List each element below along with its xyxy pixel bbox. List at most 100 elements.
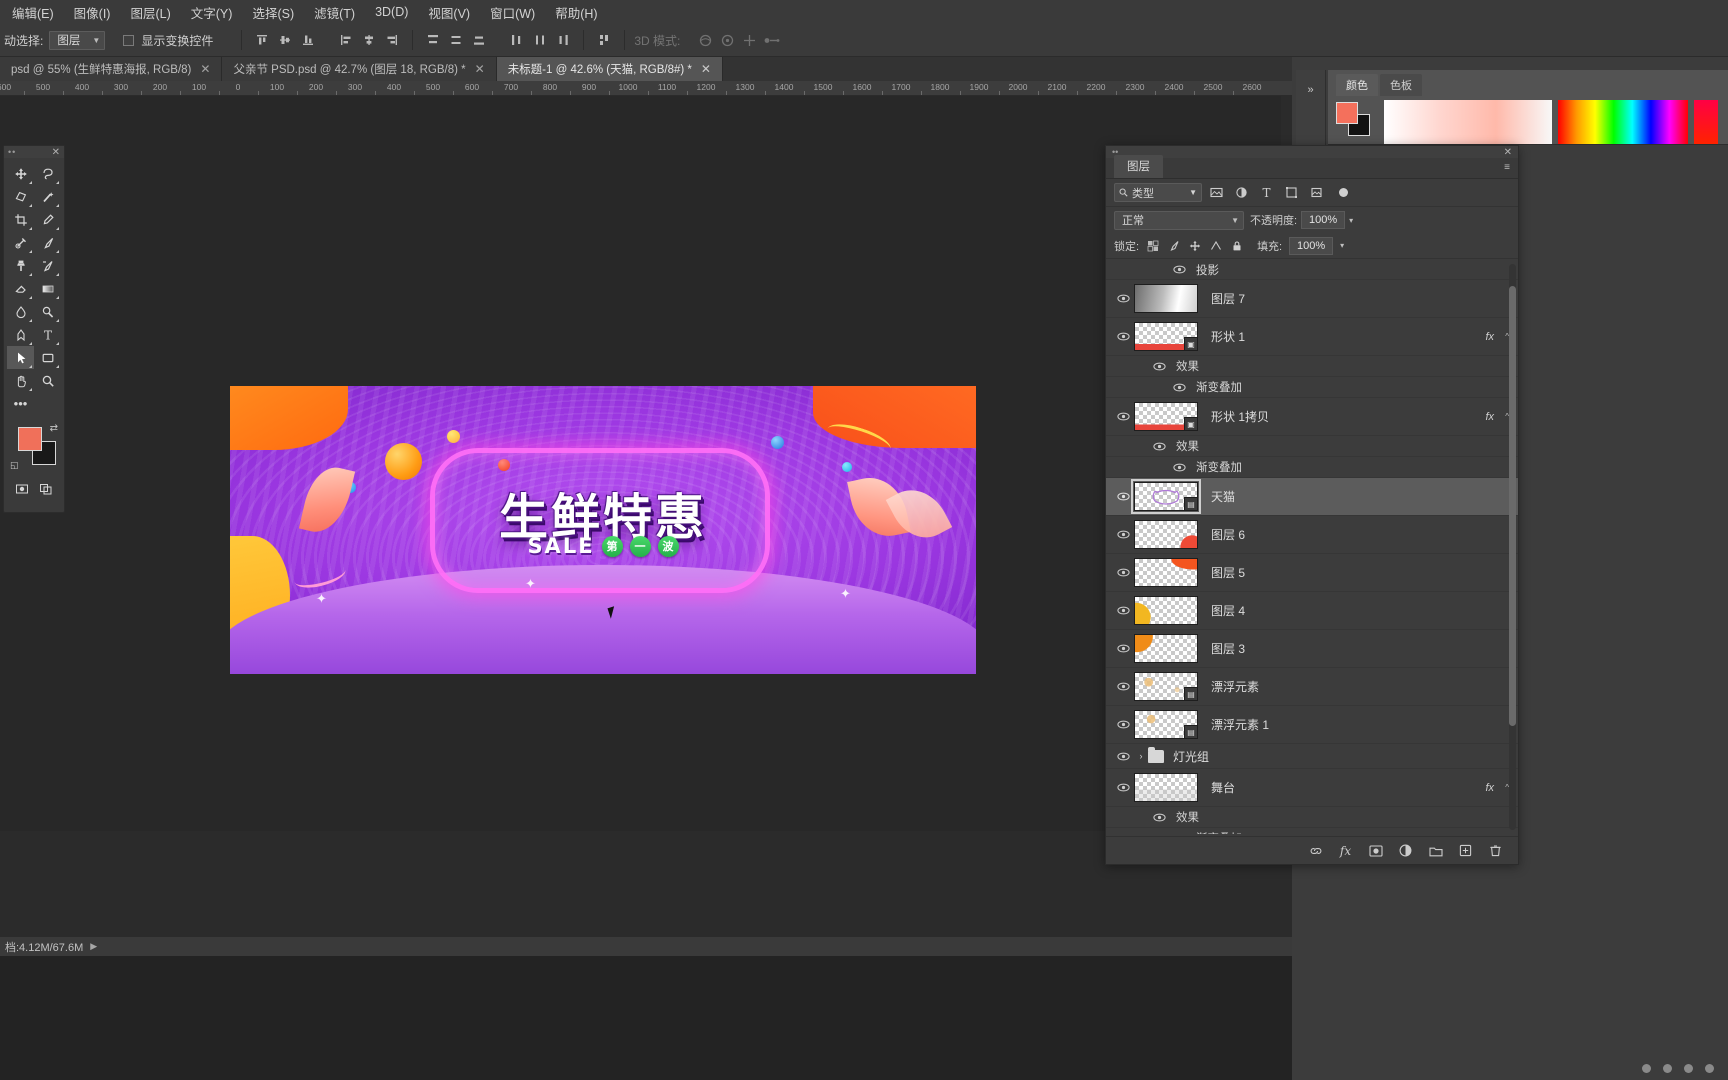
color-panel-foreground-swatch[interactable] (1336, 102, 1358, 124)
menu-item-filter[interactable]: 滤镜(T) (304, 0, 365, 25)
pen-tool[interactable] (7, 323, 34, 346)
layer-effects-group[interactable]: 效果 (1106, 356, 1518, 377)
chevron-right-icon[interactable]: › (1134, 751, 1148, 761)
align-top-edges-icon[interactable] (251, 29, 273, 51)
layers-panel-grip[interactable]: •• ✕ (1106, 146, 1518, 158)
layer-group-name[interactable]: 灯光组 (1173, 748, 1209, 765)
layer-row-float[interactable]: ▤ 漂浮元素 (1106, 668, 1518, 706)
color-strip[interactable] (1694, 100, 1718, 144)
lasso-tool[interactable] (34, 162, 61, 185)
align-left-edges-icon[interactable] (335, 29, 357, 51)
eye-icon[interactable] (1112, 412, 1134, 421)
eye-icon[interactable] (1168, 463, 1190, 472)
opacity-input[interactable]: 100% (1301, 211, 1346, 229)
tab-swatches[interactable]: 色板 (1380, 74, 1422, 96)
magic-wand-tool[interactable] (34, 185, 61, 208)
move-tool[interactable] (7, 162, 34, 185)
layer-style-indicator[interactable]: fx (1485, 411, 1494, 423)
artboard[interactable]: 生鲜特惠 SALE 第 一 波 ✦ ✦ ✦ (230, 386, 976, 674)
layer-group-lighting[interactable]: › 灯光组 (1106, 744, 1518, 769)
eye-icon[interactable] (1148, 362, 1170, 371)
eye-icon[interactable] (1168, 834, 1190, 835)
layer-effect-drop-shadow[interactable]: 投影 (1106, 260, 1518, 280)
document-tab-1[interactable]: 父亲节 PSD.psd @ 42.7% (图层 18, RGB/8) * ✕ (222, 57, 497, 81)
layer-effect-gradient-overlay[interactable]: 渐变叠加 (1106, 828, 1518, 834)
delete-layer-button[interactable] (1487, 842, 1504, 859)
layer-style-button[interactable]: fx (1337, 842, 1354, 859)
layer-name[interactable]: 图层 4 (1211, 602, 1245, 619)
gradient-tool[interactable] (34, 277, 61, 300)
layer-row-layer7[interactable]: 图层 7 (1106, 280, 1518, 318)
close-icon[interactable]: ✕ (475, 63, 485, 75)
layer-name[interactable]: 舞台 (1211, 779, 1235, 796)
tools-panel-grip[interactable]: •• ✕ (4, 146, 64, 158)
layer-name[interactable]: 漂浮元素 1 (1211, 716, 1269, 733)
layer-name[interactable]: 天猫 (1211, 488, 1235, 505)
layer-thumbnail[interactable]: ▤ (1134, 710, 1198, 739)
distribute-horizontal-centers-icon[interactable] (529, 29, 551, 51)
lock-artboard-nesting-icon[interactable] (1209, 239, 1223, 253)
distribute-right-edges-icon[interactable] (552, 29, 574, 51)
dodge-tool[interactable] (34, 300, 61, 323)
align-right-edges-icon[interactable] (381, 29, 403, 51)
eye-icon[interactable] (1112, 644, 1134, 653)
status-dot-icon-2[interactable] (1663, 1064, 1672, 1073)
layer-style-indicator[interactable]: fx (1485, 782, 1494, 794)
layer-row-layer4[interactable]: 图层 4 (1106, 592, 1518, 630)
shape-tool[interactable] (34, 346, 61, 369)
eyedropper-tool[interactable] (34, 208, 61, 231)
layer-row-shape1-copy[interactable]: ▣ 形状 1拷贝 fx ^ (1106, 398, 1518, 436)
menu-item-layer[interactable]: 图层(L) (120, 0, 180, 25)
blur-tool[interactable] (7, 300, 34, 323)
layer-thumbnail[interactable]: ▤ (1131, 479, 1201, 514)
layer-row-stage[interactable]: 舞台 fx ^ (1106, 769, 1518, 807)
layer-name[interactable]: 图层 6 (1211, 526, 1245, 543)
status-expand-icon[interactable]: ▶ (90, 941, 97, 952)
document-tab-0[interactable]: psd @ 55% (生鲜特惠海报, RGB/8) ✕ (0, 57, 223, 81)
layer-style-indicator[interactable]: fx (1485, 331, 1494, 343)
layer-row-shape1[interactable]: ▣ 形状 1 fx ^ (1106, 318, 1518, 356)
layer-name[interactable]: 形状 1 (1211, 328, 1245, 345)
align-vertical-centers-icon[interactable] (274, 29, 296, 51)
distribute-left-edges-icon[interactable] (506, 29, 528, 51)
layer-row-layer5[interactable]: 图层 5 (1106, 554, 1518, 592)
align-bottom-edges-icon[interactable] (297, 29, 319, 51)
slide-3d-icon[interactable] (760, 29, 782, 51)
layer-thumbnail[interactable] (1134, 520, 1198, 549)
status-dot-icon-3[interactable] (1684, 1064, 1693, 1073)
hue-spectrum[interactable] (1558, 100, 1688, 144)
eye-icon[interactable] (1112, 783, 1134, 792)
lock-all-icon[interactable] (1230, 239, 1244, 253)
canvas-area[interactable]: 生鲜特惠 SALE 第 一 波 ✦ ✦ ✦ 档:4.12M/67.6M ▶ (0, 96, 1292, 956)
layer-row-layer3[interactable]: 图层 3 (1106, 630, 1518, 668)
fill-input[interactable]: 100% (1289, 236, 1334, 255)
close-icon[interactable]: ✕ (701, 63, 711, 75)
roll-3d-icon[interactable] (716, 29, 738, 51)
layer-thumbnail[interactable] (1134, 634, 1198, 663)
default-colors-icon[interactable]: ◱ (10, 460, 19, 471)
distribute-top-edges-icon[interactable] (422, 29, 444, 51)
distribute-vertical-centers-icon[interactable] (445, 29, 467, 51)
show-transform-checkbox[interactable] (123, 34, 135, 46)
shape-filter-icon[interactable] (1281, 183, 1302, 202)
layer-row-float-1[interactable]: ▤ 漂浮元素 1 (1106, 706, 1518, 744)
layer-thumbnail[interactable]: ▣ (1134, 402, 1198, 431)
layer-thumbnail[interactable] (1134, 558, 1198, 587)
layer-name[interactable]: 图层 3 (1211, 640, 1245, 657)
horizontal-ruler[interactable]: 6005004003002001000100200300400500600700… (0, 81, 1292, 96)
eye-icon[interactable] (1112, 682, 1134, 691)
lock-position-icon[interactable] (1188, 239, 1202, 253)
tab-color[interactable]: 颜色 (1336, 74, 1378, 96)
type-tool[interactable]: T (34, 323, 61, 346)
add-mask-button[interactable] (1367, 842, 1384, 859)
screen-mode-button[interactable] (34, 477, 58, 500)
spot-healing-tool[interactable] (7, 231, 34, 254)
filter-kind-dropdown[interactable]: 类型 ▼ (1114, 183, 1202, 202)
eye-icon[interactable] (1148, 442, 1170, 451)
menu-item-window[interactable]: 窗口(W) (480, 0, 545, 25)
layer-list[interactable]: 投影 图层 7 ▣ 形状 1 fx ^ 效果 渐变叠加 ▣ 形状 1拷贝 fx … (1106, 260, 1518, 834)
close-icon[interactable]: ✕ (52, 147, 60, 158)
new-group-button[interactable] (1427, 842, 1444, 859)
auto-select-dropdown[interactable]: 图层 ▼ (49, 30, 106, 50)
eye-icon[interactable] (1168, 265, 1190, 274)
